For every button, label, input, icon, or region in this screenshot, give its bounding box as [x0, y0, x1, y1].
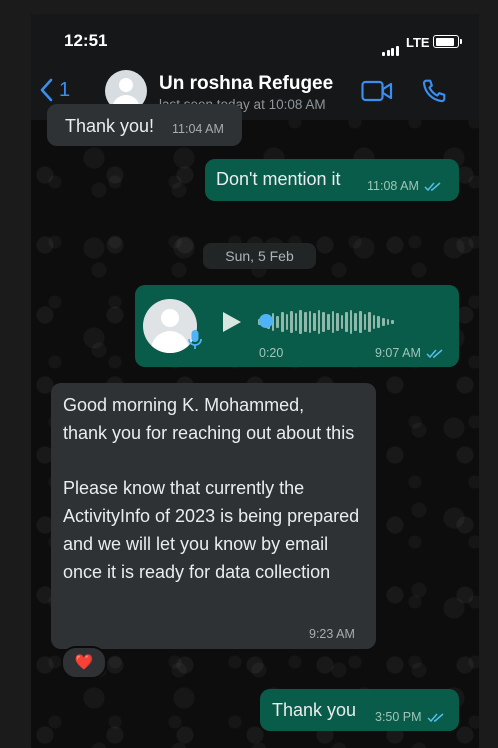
waveform-bar [276, 316, 279, 328]
heart-reaction-icon[interactable]: ❤️ [61, 646, 107, 679]
waveform-bar [349, 310, 353, 334]
voice-note-duration: 0:20 [259, 346, 284, 360]
waveform-bar [382, 318, 385, 326]
phone-screen: 12:51 LTE 1 Un roshna Refugee last seen … [31, 14, 479, 748]
waveform-bar [317, 310, 321, 334]
read-receipt-icon [427, 713, 444, 723]
waveform-bar [377, 316, 381, 328]
back-button[interactable]: 1 [39, 78, 70, 102]
waveform-bar [280, 312, 284, 332]
waveform-bar [294, 313, 298, 331]
message-time: 11:08 AM [367, 179, 442, 193]
waveform-bar [345, 312, 348, 332]
waveform-bar [331, 311, 335, 333]
contact-name[interactable]: Un roshna Refugee [159, 73, 333, 95]
video-call-icon[interactable] [361, 79, 393, 103]
time-label: 11:08 AM [367, 179, 419, 193]
signal-icon [382, 38, 400, 56]
waveform-bar [372, 315, 376, 329]
audio-waveform [258, 307, 394, 337]
status-bar: 12:51 LTE [31, 14, 479, 62]
waveform-bar [359, 311, 362, 333]
message-text: Don't mention it [216, 169, 341, 189]
message-time: 9:23 AM [309, 627, 355, 641]
waveform-bar [391, 320, 394, 324]
waveform-bar [313, 313, 316, 331]
incoming-message[interactable]: Thank you! 11:04 AM [47, 104, 242, 146]
outgoing-message[interactable]: Don't mention it 11:08 AM [205, 159, 459, 201]
waveform-bar [322, 312, 325, 332]
waveform-bar [308, 311, 312, 333]
waveform-bar [285, 314, 289, 330]
message-time: 9:07 AM [375, 346, 444, 360]
message-text: Thank you [272, 700, 357, 720]
battery-icon [433, 35, 462, 48]
microphone-icon [188, 330, 202, 349]
status-time: 12:51 [64, 31, 108, 50]
message-time: 11:04 AM [172, 122, 224, 136]
play-icon[interactable] [221, 310, 243, 334]
unread-count: 1 [59, 78, 71, 101]
waveform-bar [299, 310, 302, 334]
waveform-bar [303, 312, 307, 332]
waveform-bar [368, 312, 371, 332]
waveform-bar [363, 314, 367, 330]
waveform-bar [340, 315, 344, 329]
waveform-bar [354, 313, 358, 331]
chevron-left-icon [40, 78, 53, 102]
network-label: LTE [406, 35, 430, 50]
message-text: Thank you! [65, 116, 155, 136]
time-label: 9:07 AM [375, 346, 421, 360]
read-receipt-icon [424, 182, 441, 192]
waveform-bar [290, 311, 293, 333]
message-text: Good morning K. Mohammed, thank you for … [63, 395, 360, 582]
message-time: 3:50 PM [375, 710, 445, 724]
outgoing-message[interactable]: Thank you 3:50 PM [260, 689, 459, 731]
phone-icon[interactable] [421, 78, 447, 104]
date-separator: Sun, 5 Feb [203, 243, 316, 269]
time-label: 3:50 PM [375, 710, 422, 724]
waveform-bar [386, 319, 390, 325]
waveform-bar [336, 313, 339, 331]
read-receipt-icon [426, 349, 443, 359]
playback-scrubber[interactable] [259, 314, 273, 328]
waveform-bar [326, 314, 330, 330]
